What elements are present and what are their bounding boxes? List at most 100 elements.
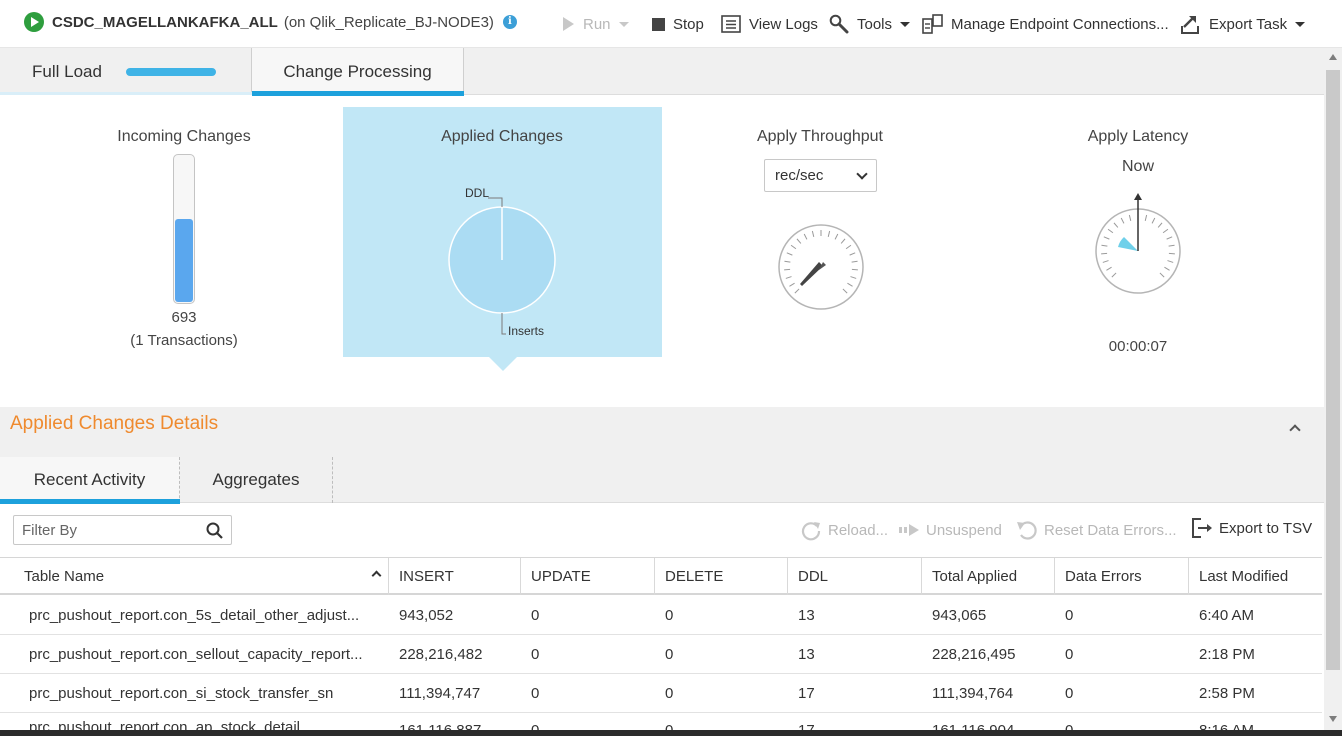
manage-endpoints-button[interactable]: Manage Endpoint Connections... (922, 13, 1169, 35)
throughput-unit-select[interactable]: rec/sec (764, 159, 877, 192)
cell-insert: 228,216,482 (399, 645, 483, 663)
export-task-menu[interactable]: Export Task (1179, 13, 1306, 35)
tab-aggregates-label: Aggregates (212, 470, 300, 489)
apply-latency-value: 00:00:07 (1108, 338, 1168, 355)
log-icon (721, 15, 741, 33)
table-row[interactable]: prc_pushout_report.con_si_stock_transfer… (0, 674, 1322, 713)
manage-endpoints-label: Manage Endpoint Connections... (951, 15, 1169, 33)
cell-last-modified: 6:40 AM (1199, 606, 1255, 624)
reload-label: Reload... (828, 521, 889, 539)
info-icon[interactable]: i (502, 15, 517, 29)
tab-change-processing[interactable]: Change Processing (252, 48, 464, 96)
column-header-label: DELETE (665, 568, 724, 585)
cell-ddl: 17 (798, 684, 815, 702)
column-header-ddl[interactable]: DDL (788, 558, 922, 595)
column-header-total-applied[interactable]: Total Applied (922, 558, 1055, 595)
undo-icon (1016, 519, 1038, 541)
cell-delete: 0 (665, 684, 674, 702)
tools-menu[interactable]: Tools (829, 13, 911, 35)
filter-box (13, 515, 232, 545)
view-logs-button[interactable]: View Logs (721, 13, 818, 35)
latency-gauge[interactable] (1094, 192, 1184, 296)
run-button[interactable]: Run (561, 13, 629, 35)
cell-insert: 111,394,747 (399, 684, 481, 702)
tab-full-load-label: Full Load (32, 61, 102, 81)
collapse-chevron-up-icon[interactable] (1289, 424, 1301, 436)
pie-label-inserts: Inserts (508, 324, 545, 338)
table-row[interactable]: prc_pushout_report.con_sellout_capacity_… (0, 635, 1322, 674)
stop-button[interactable]: Stop (652, 13, 704, 35)
refresh-icon (800, 519, 822, 541)
cell-update: 0 (531, 606, 540, 624)
search-icon[interactable] (206, 522, 223, 544)
column-header-label: Last Modified (1199, 568, 1289, 585)
applied-panel-pointer (489, 357, 517, 371)
export-task-label: Export Task (1209, 15, 1288, 33)
incoming-changes-count: 693 (171, 309, 197, 326)
window-bottom-edge (0, 730, 1342, 736)
cell-data-errors: 0 (1065, 684, 1074, 702)
chevron-down-icon (856, 167, 868, 180)
endpoint-icon (922, 14, 943, 34)
incoming-changes-fill (175, 219, 193, 302)
view-logs-label: View Logs (749, 15, 818, 33)
applied-changes-pie[interactable] (440, 186, 580, 346)
column-header-delete[interactable]: DELETE (655, 558, 788, 595)
column-header-data-errors[interactable]: Data Errors (1055, 558, 1189, 595)
export-icon (1191, 517, 1213, 539)
cell-table-name: prc_pushout_report.con_sellout_capacity_… (29, 646, 363, 663)
vertical-scrollbar[interactable] (1324, 48, 1342, 736)
cell-update: 0 (531, 684, 540, 702)
column-header-update[interactable]: UPDATE (521, 558, 655, 595)
sort-ascending-icon (371, 570, 382, 581)
export-icon (1179, 13, 1201, 35)
column-header-label: Table Name (24, 568, 105, 585)
reset-data-errors-button[interactable]: Reset Data Errors... (1016, 519, 1177, 541)
tab-recent-activity[interactable]: Recent Activity (0, 457, 180, 504)
applied-changes-details-header: Applied Changes Details (0, 407, 1324, 457)
scroll-up-icon[interactable] (1329, 54, 1337, 60)
wrench-icon (829, 14, 849, 34)
applied-changes-title: Applied Changes (441, 128, 563, 145)
task-toolbar: CSDC_MAGELLANKAFKA_ALL (on Qlik_Replicat… (0, 0, 1342, 48)
reload-button[interactable]: Reload... (800, 519, 888, 541)
scrollbar-thumb[interactable] (1326, 70, 1340, 670)
column-header-insert[interactable]: INSERT (389, 558, 521, 595)
throughput-gauge[interactable] (776, 222, 866, 312)
table-row[interactable]: prc_pushout_report.con_5s_detail_other_a… (0, 596, 1322, 635)
incoming-transactions: (1 Transactions) (130, 332, 238, 349)
cell-update: 0 (531, 645, 540, 663)
cell-total-applied: 943,065 (932, 606, 987, 624)
pie-label-ddl: DDL (465, 186, 490, 200)
cell-table-name: prc_pushout_report.con_5s_detail_other_a… (29, 607, 360, 624)
incoming-changes-gauge[interactable] (173, 154, 195, 304)
full-load-progress-bar (125, 67, 216, 76)
running-status-icon (24, 12, 44, 32)
cell-insert: 943,052 (399, 606, 454, 624)
change-processing-dashboard: Incoming Changes 693 (1 Transactions) Ap… (0, 96, 1324, 407)
cell-delete: 0 (665, 606, 674, 624)
run-label: Run (583, 15, 611, 33)
apply-latency-now: Now (1121, 158, 1154, 175)
chevron-down-icon (618, 21, 629, 27)
column-header-label: UPDATE (531, 568, 591, 585)
tab-full-load[interactable]: Full Load (0, 48, 252, 95)
column-header-label: INSERT (399, 568, 454, 585)
tab-aggregates[interactable]: Aggregates (180, 457, 333, 503)
column-header-last-modified[interactable]: Last Modified (1189, 558, 1322, 595)
unsuspend-button[interactable]: Unsuspend (898, 519, 1002, 541)
unsuspend-label: Unsuspend (926, 521, 1002, 539)
stop-label: Stop (673, 15, 704, 33)
column-header-table-name[interactable]: Table Name (0, 558, 389, 595)
export-tsv-button[interactable]: Export to TSV (1191, 517, 1312, 539)
play-icon (561, 16, 575, 32)
filter-input[interactable] (14, 516, 199, 544)
scroll-down-icon[interactable] (1329, 716, 1337, 722)
recent-activity-table: Table Name INSERT UPDATE DELETE DDL Tota… (0, 557, 1324, 736)
export-tsv-label: Export to TSV (1219, 519, 1313, 537)
tab-change-processing-label: Change Processing (283, 61, 432, 81)
cell-total-applied: 228,216,495 (932, 645, 1016, 663)
cell-ddl: 13 (798, 606, 815, 624)
details-title: Applied Changes Details (10, 413, 219, 434)
column-header-label: DDL (798, 568, 829, 585)
